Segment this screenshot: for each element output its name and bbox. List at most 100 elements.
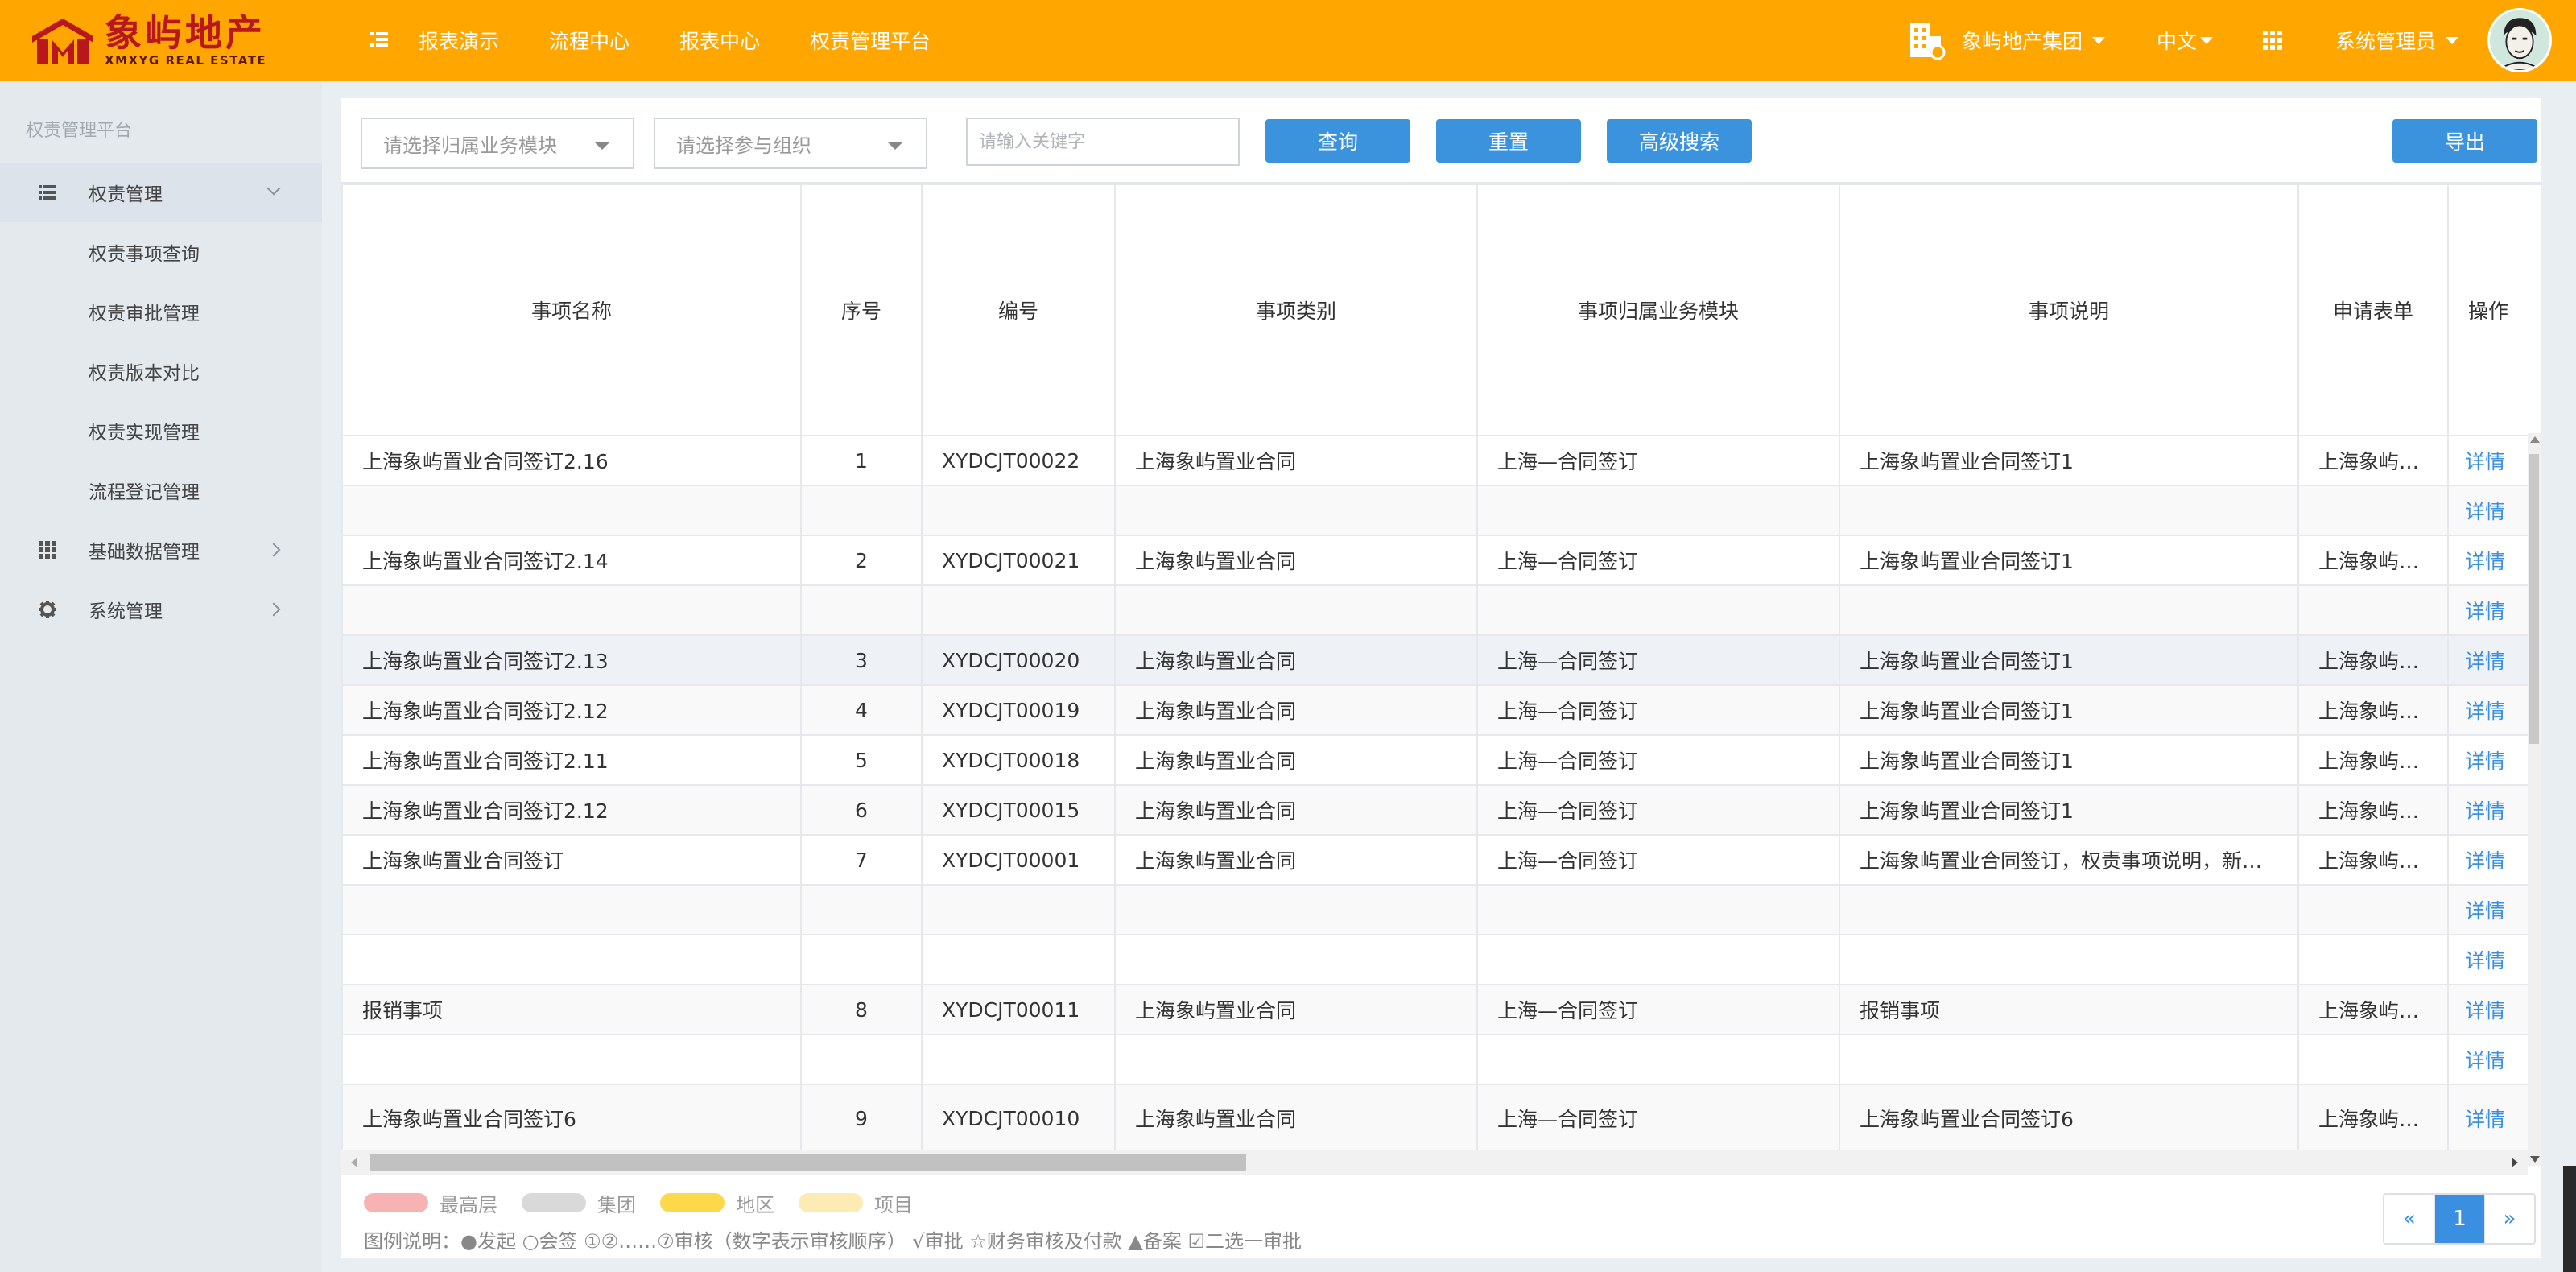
table-row[interactable]: 上海象屿置业合同签订2.12 4 XYDCJT00019 上海象屿置业合同 上海—合同签… [341, 684, 2541, 736]
nav-item-report-demo[interactable]: 报表演示 [419, 26, 499, 55]
scroll-down-icon[interactable] [2530, 1156, 2540, 1163]
cell-category [1114, 485, 1478, 536]
org-switcher[interactable]: 象屿地产集团 [1907, 20, 2105, 60]
module-select[interactable]: 请选择归属业务模块 [361, 118, 634, 169]
cell-code [921, 485, 1116, 536]
org-select[interactable]: 请选择参与组织 [654, 118, 927, 169]
table-row[interactable]: 详情 [341, 1034, 2541, 1085]
detail-link[interactable]: 详情 [2465, 600, 2505, 623]
pagination-prev-button[interactable]: « [2384, 1195, 2434, 1243]
detail-link[interactable]: 详情 [2465, 650, 2505, 673]
apps-grid-icon[interactable] [2262, 31, 2282, 50]
col-header-code[interactable]: 编号 [921, 184, 1116, 436]
cell-name: 上海象屿置业合同签订2.11 [341, 734, 802, 786]
scroll-up-icon[interactable] [2530, 436, 2540, 443]
detail-link[interactable]: 详情 [2465, 450, 2505, 473]
sidebar-item-authority-management[interactable]: 权责管理 [0, 163, 322, 222]
cell-name [341, 934, 802, 985]
reset-button[interactable]: 重置 [1436, 119, 1581, 163]
cell-form: 上海象屿置业… [2297, 784, 2449, 836]
table-row[interactable]: 上海象屿置业合同签订2.14 2 XYDCJT00021 上海象屿置业合同 上海—合同签… [341, 535, 2541, 586]
sidebar-subitem-approval[interactable]: 权责审批管理 [89, 298, 200, 325]
nav-item-report-center[interactable]: 报表中心 [679, 26, 760, 55]
horizontal-scroll-thumb[interactable] [370, 1154, 1246, 1171]
menu-toggle-icon[interactable] [369, 29, 390, 50]
cell-name: 上海象屿置业合同签订2.13 [341, 634, 802, 686]
brand-logo[interactable]: 象屿地产 XMXYG REAL ESTATE [29, 11, 266, 69]
pagination-page-1[interactable]: 1 [2434, 1195, 2484, 1243]
cell-category [1114, 584, 1478, 636]
detail-link[interactable]: 详情 [2465, 500, 2505, 523]
keyword-input[interactable] [966, 118, 1240, 166]
chevron-right-icon [266, 602, 281, 617]
cell-desc: 上海象屿置业合同签订1 [1839, 535, 2299, 586]
top-bar: 象屿地产 XMXYG REAL ESTATE 报表演示 流程中心 报表中心 权责… [0, 0, 2576, 81]
cell-module: 上海—合同签订 [1476, 634, 1840, 686]
detail-link[interactable]: 详情 [2465, 899, 2505, 923]
side-indicator [2563, 1166, 2576, 1272]
horizontal-scrollbar[interactable] [341, 1150, 2528, 1175]
export-button[interactable]: 导出 [2392, 119, 2537, 163]
detail-link[interactable]: 详情 [2465, 1108, 2505, 1131]
advanced-search-button[interactable]: 高级搜索 [1607, 119, 1752, 163]
col-header-category[interactable]: 事项类别 [1114, 184, 1478, 436]
table-row[interactable]: 详情 [341, 884, 2541, 935]
sidebar-subitem-query[interactable]: 权责事项查询 [89, 238, 200, 266]
table-row[interactable]: 上海象屿置业合同签订6 9 XYDCJT00010 上海象屿置业合同 上海—合同签订 上海… [341, 1084, 2541, 1153]
table-row[interactable]: 上海象屿置业合同签订2.11 5 XYDCJT00018 上海象屿置业合同 上海—合同签… [341, 734, 2541, 786]
col-header-seq[interactable]: 序号 [800, 184, 923, 436]
scroll-right-icon[interactable] [2512, 1158, 2518, 1167]
sidebar-subitem-process-register[interactable]: 流程登记管理 [89, 477, 200, 504]
cell-module [1476, 584, 1840, 636]
vertical-scrollbar[interactable] [2528, 433, 2541, 1166]
pagination: « 1 » [2383, 1193, 2536, 1245]
sidebar-item-base-data[interactable]: 基础数据管理 [0, 520, 322, 580]
scroll-left-icon[interactable] [351, 1158, 357, 1167]
detail-link[interactable]: 详情 [2465, 750, 2505, 773]
sidebar-subitem-implementation[interactable]: 权责实现管理 [89, 417, 200, 444]
detail-link[interactable]: 详情 [2465, 949, 2505, 973]
cell-seq: 5 [800, 734, 923, 786]
table-row[interactable]: 上海象屿置业合同签订2.12 6 XYDCJT00015 上海象屿置业合同 上海—合同签… [341, 784, 2541, 836]
table-row[interactable]: 上海象屿置业合同签订2.13 3 XYDCJT00020 上海象屿置业合同 上海—合同签… [341, 634, 2541, 686]
detail-link[interactable]: 详情 [2465, 999, 2505, 1022]
cell-code: XYDCJT00015 [921, 784, 1116, 836]
table-row[interactable]: 上海象屿置业合同签订 7 XYDCJT00001 上海象屿置业合同 上海—合同签订 上海象… [341, 834, 2541, 886]
list-icon [39, 185, 56, 200]
nav-item-process-center[interactable]: 流程中心 [549, 26, 630, 55]
user-menu[interactable]: 系统管理员 [2335, 8, 2552, 72]
nav-item-authority-platform[interactable]: 权责管理平台 [810, 26, 931, 55]
legend-swatch-group [522, 1193, 586, 1212]
detail-link[interactable]: 详情 [2465, 1049, 2505, 1072]
col-header-module[interactable]: 事项归属业务模块 [1476, 184, 1840, 436]
col-header-form[interactable]: 申请表单 [2297, 184, 2449, 436]
detail-link[interactable]: 详情 [2465, 550, 2505, 573]
sidebar-subitem-version-compare[interactable]: 权责版本对比 [89, 357, 200, 385]
table-row[interactable]: 上海象屿置业合同签订2.16 1 XYDCJT00022 上海象屿置业合同 上海—合同签… [341, 435, 2541, 486]
cell-name [341, 584, 802, 636]
table-row[interactable]: 详情 [341, 934, 2541, 985]
sidebar-item-system[interactable]: 系统管理 [0, 580, 322, 639]
pagination-next-button[interactable]: » [2484, 1195, 2534, 1243]
cell-seq [800, 485, 923, 536]
query-button[interactable]: 查询 [1265, 119, 1410, 163]
table-row[interactable]: 报销事项 8 XYDCJT00011 上海象屿置业合同 上海—合同签订 报销事项 上海象屿置… [341, 984, 2541, 1035]
avatar[interactable] [2487, 8, 2552, 72]
cell-form [2297, 485, 2449, 536]
avatar-face-icon [2490, 10, 2549, 70]
col-header-name[interactable]: 事项名称 [341, 184, 802, 436]
detail-link[interactable]: 详情 [2465, 700, 2505, 723]
detail-link[interactable]: 详情 [2465, 849, 2505, 873]
cell-seq: 4 [800, 684, 923, 736]
vertical-scroll-thumb[interactable] [2529, 454, 2539, 744]
col-header-description[interactable]: 事项说明 [1839, 184, 2299, 436]
detail-link[interactable]: 详情 [2465, 799, 2505, 823]
cell-code: XYDCJT00018 [921, 734, 1116, 786]
legend-label: 项目 [874, 1193, 913, 1216]
top-right-controls: 象屿地产集团 中文 系统管理员 [1907, 0, 2576, 81]
table-row[interactable]: 详情 [341, 584, 2541, 636]
table-row[interactable]: 详情 [341, 485, 2541, 536]
cell-seq: 2 [800, 535, 923, 586]
cell-name: 上海象屿置业合同签订2.16 [341, 435, 802, 486]
language-switcher[interactable]: 中文 [2157, 26, 2213, 55]
